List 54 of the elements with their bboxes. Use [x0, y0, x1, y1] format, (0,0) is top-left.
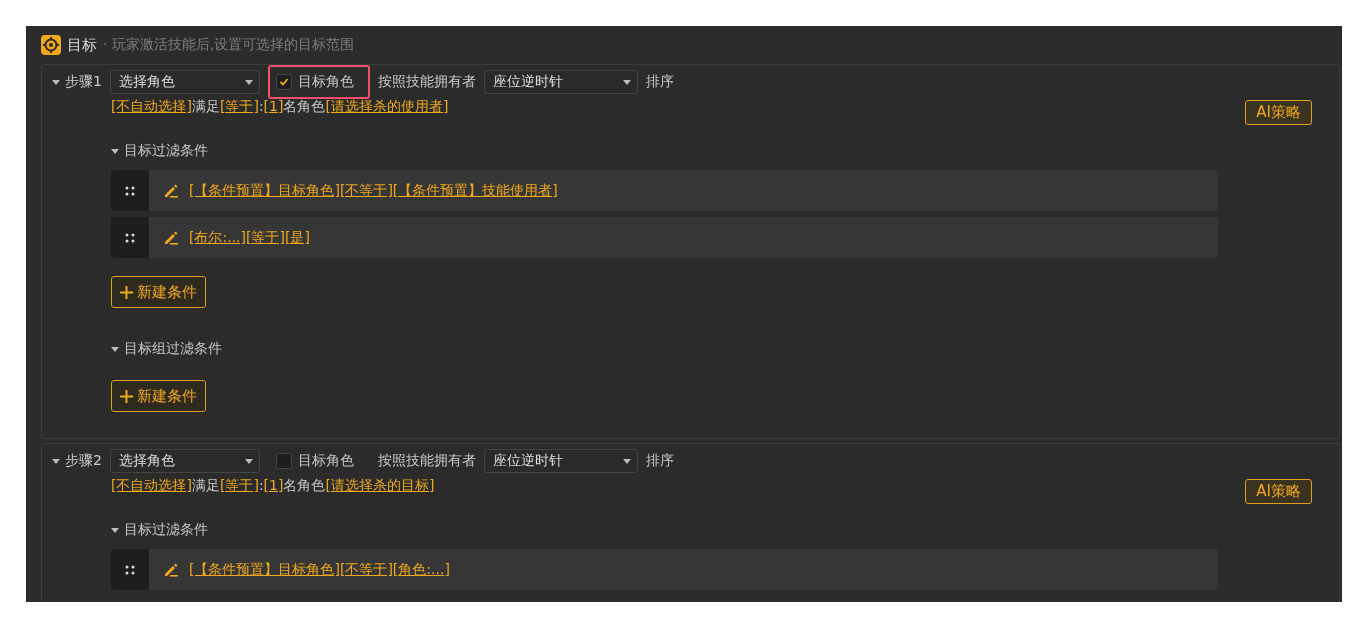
- checkbox-label: 目标角色: [297, 73, 354, 91]
- ai-strategy-button[interactable]: AI策略: [1245, 100, 1312, 125]
- edit-icon[interactable]: [163, 182, 179, 199]
- rule-sentence: [不自动选择]满足[等于]:[1]名角色[请选择杀的目标]: [111, 477, 436, 495]
- rule-link[interactable]: [不自动选择]: [111, 477, 192, 493]
- new-condition-button[interactable]: 新建条件: [111, 380, 206, 412]
- rule-link[interactable]: [不自动选择]: [111, 98, 192, 114]
- step-label: 步骤2: [65, 452, 102, 470]
- plus-icon: [120, 389, 133, 403]
- section-title: 目标过滤条件: [124, 142, 208, 160]
- checkbox-label: 目标角色: [297, 452, 354, 470]
- role-select[interactable]: 选择角色: [109, 70, 260, 94]
- rule-sentence: [不自动选择]满足[等于]:[1]名角色[请选择杀的使用者]: [111, 98, 450, 116]
- rule-link[interactable]: [请选择杀的使用者]: [325, 98, 449, 114]
- caret-icon[interactable]: [52, 79, 60, 85]
- role-select[interactable]: 选择角色: [109, 449, 260, 473]
- order-label: 按照技能拥有者: [377, 73, 476, 91]
- section-title: 目标过滤条件: [124, 521, 208, 539]
- edit-icon[interactable]: [163, 229, 179, 246]
- edit-icon[interactable]: [163, 561, 179, 578]
- checkbox[interactable]: [275, 453, 292, 469]
- caret-icon[interactable]: [111, 527, 119, 533]
- caret-icon[interactable]: [111, 346, 119, 352]
- condition-link[interactable]: [【条件预置】目标角色][不等于][角色:...]: [189, 560, 450, 579]
- condition-link[interactable]: [【条件预置】目标角色][不等于][【条件预置】技能使用者]: [189, 181, 558, 200]
- sort-label: 排序: [645, 73, 674, 91]
- drag-handle[interactable]: [111, 549, 149, 590]
- drag-handle-icon[interactable]: [124, 184, 136, 197]
- rule-link[interactable]: [1]: [263, 477, 284, 493]
- drag-handle[interactable]: [111, 170, 149, 211]
- order-select[interactable]: 座位逆时针: [483, 70, 638, 94]
- drag-handle-icon[interactable]: [124, 563, 136, 576]
- ai-strategy-button[interactable]: AI策略: [1245, 479, 1312, 504]
- section-title: 目标组过滤条件: [124, 340, 222, 358]
- panel-subtitle: · 玩家激活技能后,设置可选择的目标范围: [103, 36, 355, 54]
- caret-icon[interactable]: [52, 458, 60, 464]
- rule-link[interactable]: [请选择杀的目标]: [325, 477, 435, 493]
- plus-icon: [120, 285, 133, 299]
- check-icon: [278, 77, 289, 87]
- order-select[interactable]: 座位逆时针: [483, 449, 638, 473]
- condition-link[interactable]: [布尔:...][等于][是]: [189, 228, 310, 247]
- new-condition-button[interactable]: 新建条件: [111, 276, 206, 308]
- rule-link[interactable]: [等于]: [219, 477, 259, 493]
- panel-title: 目标: [67, 35, 97, 55]
- rule-link[interactable]: [等于]: [219, 98, 259, 114]
- checkbox[interactable]: [275, 74, 292, 90]
- drag-handle-icon[interactable]: [124, 231, 136, 244]
- order-label: 按照技能拥有者: [377, 452, 476, 470]
- target-icon: [41, 35, 61, 55]
- sort-label: 排序: [645, 452, 674, 470]
- caret-icon[interactable]: [111, 148, 119, 154]
- step-label: 步骤1: [65, 73, 102, 91]
- drag-handle[interactable]: [111, 217, 149, 258]
- rule-link[interactable]: [1]: [263, 98, 284, 114]
